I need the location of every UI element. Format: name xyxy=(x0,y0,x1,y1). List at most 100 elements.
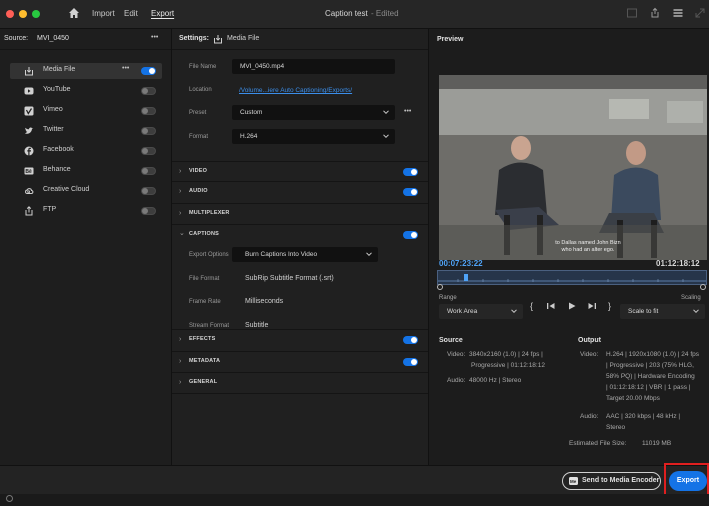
fullscreen-icon[interactable] xyxy=(694,7,706,19)
source-audio-label: Audio: xyxy=(447,377,466,384)
svg-text:Bē: Bē xyxy=(25,169,32,175)
destination-ftp[interactable]: FTP xyxy=(10,203,162,219)
destination-more-button[interactable]: ••• xyxy=(122,65,129,72)
range-dropdown[interactable]: Work Area xyxy=(439,304,523,319)
video-toggle[interactable] xyxy=(403,168,418,176)
mark-out-icon[interactable]: } xyxy=(608,301,611,311)
menu-export[interactable]: Export xyxy=(151,9,174,18)
behance-toggle[interactable] xyxy=(141,167,156,175)
step-back-icon[interactable] xyxy=(546,301,556,311)
file-format-label: File Format xyxy=(189,276,220,282)
export-options-dropdown[interactable]: Burn Captions Into Video xyxy=(232,247,378,262)
chevron-down-icon xyxy=(383,134,389,139)
ftp-toggle[interactable] xyxy=(141,207,156,215)
destination-twitter[interactable]: Twitter xyxy=(10,123,162,139)
video-frame-image xyxy=(439,75,707,260)
source-audio-value: 48000 Hz | Stereo xyxy=(469,377,522,384)
youtube-icon xyxy=(24,87,34,95)
twitter-toggle[interactable] xyxy=(141,127,156,135)
source-more-button[interactable]: ••• xyxy=(151,34,158,41)
destination-media-file[interactable]: Media File ••• xyxy=(10,63,162,79)
preset-more-button[interactable]: ••• xyxy=(404,108,411,115)
vimeo-icon xyxy=(24,106,34,116)
file-name-label: File Name xyxy=(189,64,217,70)
preview-panel: Preview to Dallas named John Bizn who ha… xyxy=(429,29,709,465)
captions-toggle[interactable] xyxy=(403,231,418,239)
output-audio-line: Stereo xyxy=(606,424,626,431)
audio-toggle[interactable] xyxy=(403,188,418,196)
destination-label: Twitter xyxy=(43,126,64,133)
zoom-window-button[interactable] xyxy=(32,10,40,18)
section-general[interactable]: › GENERAL xyxy=(172,372,428,394)
close-window-button[interactable] xyxy=(6,10,14,18)
twitter-icon xyxy=(25,127,34,134)
playhead[interactable] xyxy=(464,274,468,281)
step-forward-icon[interactable] xyxy=(587,301,597,311)
file-name-input[interactable]: MVI_0450.mp4 xyxy=(232,59,395,74)
home-icon[interactable] xyxy=(68,7,80,19)
in-point-handle[interactable] xyxy=(437,284,443,290)
section-video[interactable]: › VIDEO xyxy=(172,161,428,182)
media-file-icon xyxy=(25,67,33,76)
section-effects[interactable]: › EFFECTS xyxy=(172,329,428,350)
output-video-line: H.264 | 1920x1080 (1.0) | 24 fps xyxy=(606,351,699,358)
behance-icon: Bē xyxy=(24,167,34,175)
source-video-line: 3840x2160 (1.0) | 24 fps | xyxy=(469,351,543,358)
status-indicator-icon xyxy=(6,495,13,502)
chevron-down-icon[interactable]: ⌄ xyxy=(179,229,185,237)
captions-section-title[interactable]: CAPTIONS xyxy=(189,231,219,237)
caption-line: who had an alter ego. xyxy=(561,247,615,253)
source-video-label: Video: xyxy=(447,351,466,358)
section-multiplexer[interactable]: › MULTIPLEXER xyxy=(172,203,428,224)
location-link[interactable]: /Volume...iere Auto Captioning/Exports/ xyxy=(239,87,352,94)
section-metadata[interactable]: › METADATA xyxy=(172,351,428,372)
destination-label: YouTube xyxy=(43,86,71,93)
destination-facebook[interactable]: Facebook xyxy=(10,143,162,159)
media-file-toggle[interactable] xyxy=(141,67,156,75)
frame-rate-value: Milliseconds xyxy=(245,298,284,305)
settings-panel: Settings: Media File File Name MVI_0450.… xyxy=(172,29,429,465)
destination-youtube[interactable]: YouTube xyxy=(10,83,162,99)
destination-label: Behance xyxy=(43,166,71,173)
send-to-media-encoder-button[interactable]: Me Send to Media Encoder xyxy=(562,472,661,490)
title-bar: Import Edit Export Caption test - Edited xyxy=(0,0,709,29)
menu-edit[interactable]: Edit xyxy=(124,9,138,18)
section-captions: ⌄ CAPTIONS Export Options Burn Captions … xyxy=(172,224,428,337)
mark-in-icon[interactable]: { xyxy=(530,301,533,311)
facebook-toggle[interactable] xyxy=(141,147,156,155)
source-label: Source: xyxy=(4,35,29,42)
play-icon[interactable] xyxy=(567,301,577,311)
destination-behance[interactable]: Bē Behance xyxy=(10,163,162,179)
output-info-title: Output xyxy=(578,337,601,344)
export-button[interactable]: Export xyxy=(669,471,707,491)
format-dropdown[interactable]: H.264 xyxy=(232,129,395,144)
minimize-window-button[interactable] xyxy=(19,10,27,18)
scaling-dropdown[interactable]: Scale to fit xyxy=(620,304,705,319)
output-audio-label: Audio: xyxy=(580,413,599,420)
share-icon[interactable] xyxy=(649,7,661,19)
metadata-toggle[interactable] xyxy=(403,358,418,366)
timeline-scrubber[interactable] xyxy=(437,270,707,285)
preset-dropdown[interactable]: Custom xyxy=(232,105,395,120)
location-label: Location xyxy=(189,87,212,93)
youtube-toggle[interactable] xyxy=(141,87,156,95)
workspaces-icon[interactable] xyxy=(672,7,684,19)
destination-vimeo[interactable]: Vimeo xyxy=(10,103,162,119)
source-info-title: Source xyxy=(439,337,463,344)
section-audio[interactable]: › AUDIO xyxy=(172,181,428,202)
destination-label: FTP xyxy=(43,206,57,213)
source-name: MVI_0450 xyxy=(37,35,69,42)
destinations-panel: Source: MVI_0450 ••• Media File ••• YouT… xyxy=(0,29,172,465)
effects-toggle[interactable] xyxy=(403,336,418,344)
out-point-handle[interactable] xyxy=(700,284,706,290)
quick-export-icon[interactable] xyxy=(626,7,638,19)
preset-label: Preset xyxy=(189,110,207,116)
menu-import[interactable]: Import xyxy=(92,9,115,18)
destination-creative-cloud[interactable]: Creative Cloud xyxy=(10,183,162,199)
current-timecode[interactable]: 00:07:23:22 xyxy=(439,259,483,268)
preview-title: Preview xyxy=(437,36,464,43)
output-video-line: | 01:12:18:12 | VBR | 1 pass | xyxy=(606,384,691,391)
svg-text:Me: Me xyxy=(570,479,577,484)
vimeo-toggle[interactable] xyxy=(141,107,156,115)
creative-cloud-toggle[interactable] xyxy=(141,187,156,195)
